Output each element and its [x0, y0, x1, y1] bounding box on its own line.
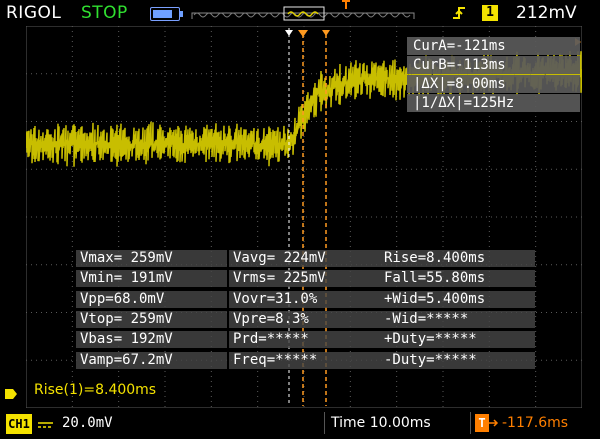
- cursor-b-readout: CurB=-113ms: [407, 56, 580, 74]
- cursor-a-readout: CurA=-121ms: [407, 37, 580, 55]
- ch1-vertical-scale[interactable]: 20.0mV: [62, 415, 113, 431]
- trigger-source-badge[interactable]: 1: [482, 5, 498, 21]
- measurement-table: Vmax= 259mV Vavg= 224mV Rise=8.400ms Vmin= …: [76, 249, 535, 371]
- measurement-cell: Vovr=31.0%: [229, 290, 380, 308]
- cursor-inverse-delta-readout: |1/ΔX|=125Hz: [407, 94, 580, 112]
- arrow-right-icon: [489, 419, 499, 427]
- measurement-row: Vmin= 191mV Vrms= 225mV Fall=55.80ms: [76, 269, 535, 288]
- footer-divider: [470, 412, 471, 434]
- cursor-readout-panel: CurA=-121ms CurB=-113ms |ΔX|=8.00ms |1/Δ…: [407, 37, 580, 114]
- measurement-cell: Rise=8.400ms: [380, 250, 535, 267]
- timebase-value[interactable]: Time 10.00ms: [331, 415, 431, 431]
- measurement-cell: +Duty=*****: [380, 331, 535, 349]
- rising-edge-icon: [453, 7, 465, 19]
- measurement-cell: Vrms= 225mV: [229, 270, 380, 288]
- cursor-delta-x-readout: |ΔX|=8.00ms: [407, 75, 580, 93]
- measurement-cell: Prd=*****: [229, 331, 380, 349]
- measurement-row: Vmax= 259mV Vavg= 224mV Rise=8.400ms: [76, 249, 535, 268]
- measurement-cell: Vbas= 192mV: [76, 331, 227, 349]
- trigger-offset-icon: T: [475, 414, 489, 432]
- measurement-cell: Vtop= 259mV: [76, 310, 227, 328]
- measurement-row: Vbas= 192mV Prd=***** +Duty=*****: [76, 330, 535, 349]
- measurement-cell: -Duty=*****: [380, 351, 535, 369]
- footer-divider: [324, 412, 325, 434]
- dc-coupling-icon: [38, 422, 53, 428]
- rise-time-readout: Rise(1)=8.400ms: [34, 382, 157, 398]
- ch1-badge[interactable]: CH1: [6, 414, 32, 434]
- trigger-position-marker-icon: [342, 0, 350, 9]
- measurement-cell: Vmin= 191mV: [76, 270, 227, 288]
- trigger-level-value: 212mV: [516, 3, 577, 23]
- measurement-row: Vtop= 259mV Vpre=8.3% -Wid=*****: [76, 310, 535, 329]
- measurement-cell: Fall=55.80ms: [380, 270, 535, 288]
- brand-label: RIGOL: [6, 3, 62, 23]
- run-stop-status[interactable]: STOP: [81, 3, 128, 23]
- measurement-row: Vamp=67.2mV Freq=***** -Duty=*****: [76, 351, 535, 370]
- measurement-cell: +Wid=5.400ms: [380, 290, 535, 308]
- measurement-cell: Freq=*****: [229, 351, 380, 369]
- trigger-offset-value[interactable]: -117.6ms: [502, 415, 568, 431]
- measurement-cell: Vavg= 224mV: [229, 250, 380, 267]
- measurement-cell: Vamp=67.2mV: [76, 351, 227, 369]
- measurement-cell: Vpre=8.3%: [229, 310, 380, 328]
- measurement-row: Vpp=68.0mV Vovr=31.0% +Wid=5.400ms: [76, 290, 535, 309]
- overview-waveform: [193, 12, 411, 18]
- memory-overview-bar[interactable]: [190, 5, 416, 21]
- measurement-cell: -Wid=*****: [380, 310, 535, 328]
- ch1-ground-marker-icon: [5, 389, 17, 399]
- measurement-cell: Vmax= 259mV: [76, 250, 227, 267]
- battery-icon: [150, 7, 183, 21]
- measurement-cell: Vpp=68.0mV: [76, 290, 227, 308]
